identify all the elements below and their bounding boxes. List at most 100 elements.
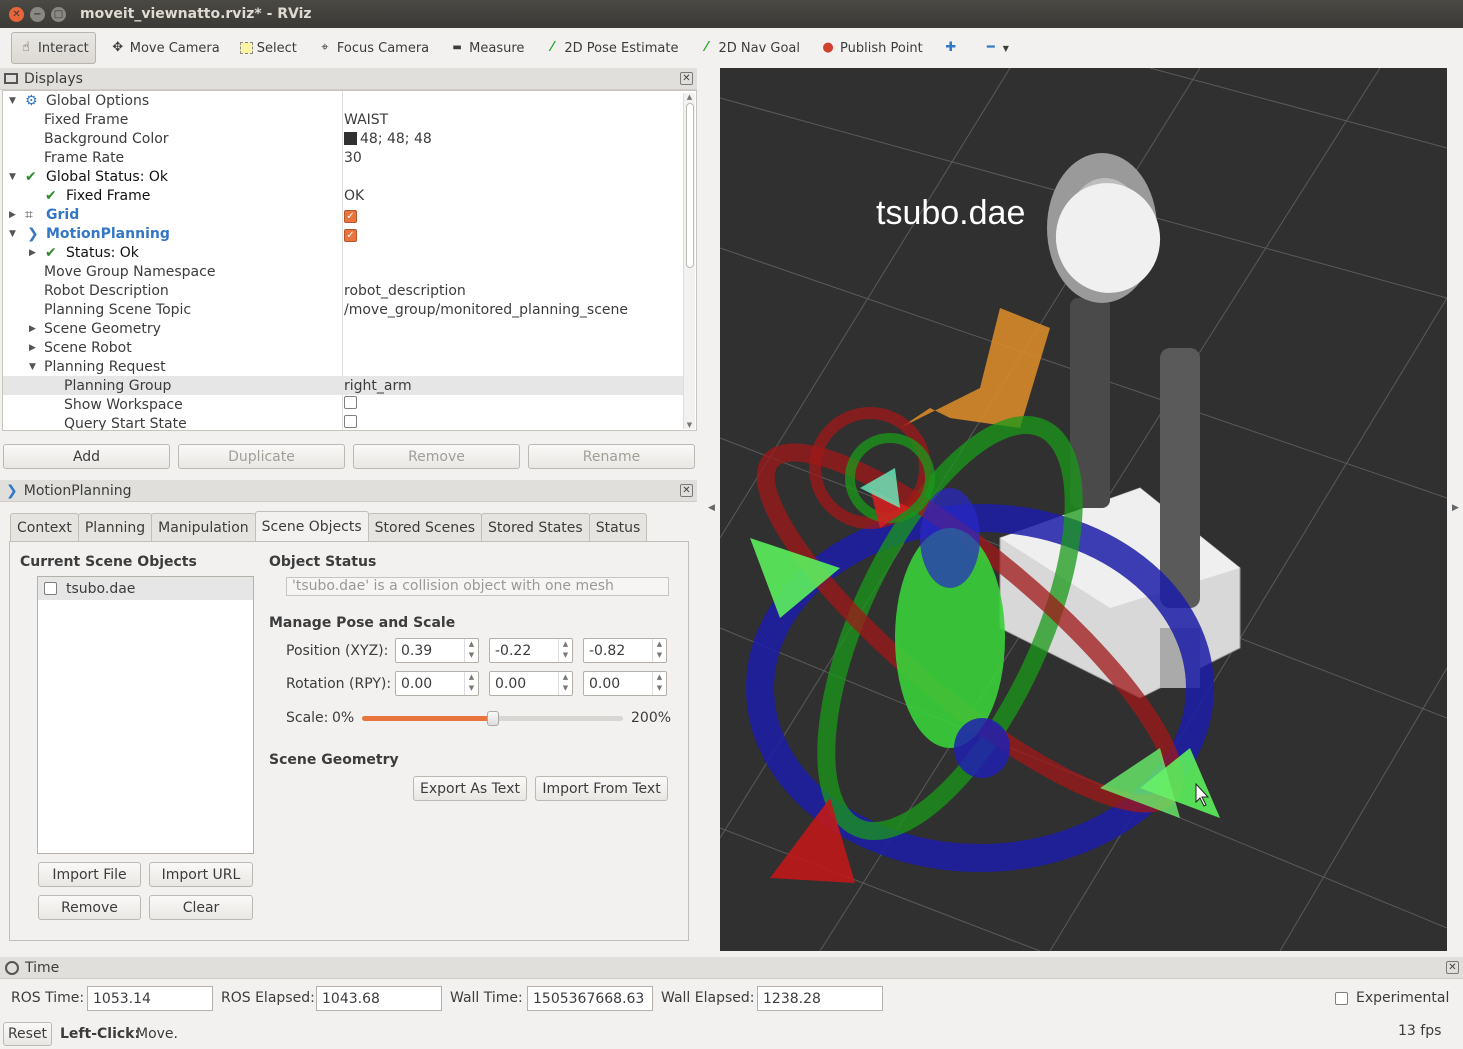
tree-row-grid[interactable]: ▶ ⌗ Grid ✓ bbox=[3, 205, 683, 224]
current-scene-objects-label: Current Scene Objects bbox=[20, 554, 197, 570]
color-swatch[interactable] bbox=[344, 131, 357, 145]
scene-objects-list[interactable]: tsubo.dae bbox=[37, 576, 254, 854]
spin-arrows-icon[interactable]: ▲ ▼ bbox=[464, 639, 478, 662]
position-z-spinbox[interactable]: -0.82 ▲ ▼ bbox=[583, 638, 667, 663]
position-y-spinbox[interactable]: -0.22 ▲ ▼ bbox=[489, 638, 573, 663]
collapse-arrow-icon[interactable]: ▶ bbox=[29, 324, 36, 334]
spin-arrows-icon[interactable]: ▲ ▼ bbox=[652, 672, 666, 695]
tree-row-fixed-frame-status[interactable]: ✔ Fixed Frame OK bbox=[3, 186, 683, 205]
tree-row-scene-geometry[interactable]: ▶ Scene Geometry bbox=[3, 319, 683, 338]
tree-row-planning-request[interactable]: ▼ Planning Request bbox=[3, 357, 683, 376]
tree-row-robot-description[interactable]: Robot Description robot_description bbox=[3, 281, 683, 300]
spin-arrows-icon[interactable]: ▲ ▼ bbox=[558, 639, 572, 662]
tab-scene-objects[interactable]: Scene Objects bbox=[254, 511, 369, 541]
tree-row-fixed-frame[interactable]: Fixed Frame WAIST bbox=[3, 110, 683, 129]
tree-row-planning-group[interactable]: Planning Group right_arm bbox=[3, 376, 683, 395]
tab-context[interactable]: Context bbox=[10, 513, 79, 541]
scale-min-label: 0% bbox=[332, 710, 355, 726]
focus-camera-tool[interactable]: ⌖ Focus Camera bbox=[311, 32, 435, 64]
rotation-y-spinbox[interactable]: 0.00 ▲ ▼ bbox=[583, 671, 667, 696]
ros-elapsed-field[interactable]: 1043.68 bbox=[316, 986, 442, 1011]
close-window-icon[interactable]: ✕ bbox=[9, 6, 24, 22]
expand-arrow-icon[interactable]: ▼ bbox=[9, 96, 16, 106]
add-tool-button[interactable]: ✚ bbox=[937, 32, 969, 64]
spin-arrows-icon[interactable]: ▲ ▼ bbox=[558, 672, 572, 695]
publish-point-tool[interactable]: ● Publish Point bbox=[814, 32, 929, 64]
2d-pose-estimate-tool[interactable]: ⁄ 2D Pose Estimate bbox=[538, 32, 684, 64]
rotation-p-spinbox[interactable]: 0.00 ▲ ▼ bbox=[489, 671, 573, 696]
remove-object-button[interactable]: Remove bbox=[38, 895, 141, 920]
import-url-button[interactable]: Import URL bbox=[149, 862, 253, 887]
right-splitter-arrow[interactable]: ▶ bbox=[1452, 503, 1459, 513]
tab-stored-scenes[interactable]: Stored Scenes bbox=[367, 513, 482, 541]
displays-scrollbar[interactable]: ▲ ▼ bbox=[683, 93, 695, 429]
tree-row-status[interactable]: ▶ ✔ Status: Ok bbox=[3, 243, 683, 262]
displays-tree[interactable]: ▼ ⚙ Global Options Fixed Frame WAIST Bac… bbox=[2, 90, 697, 431]
minimize-window-icon[interactable]: − bbox=[30, 6, 45, 22]
tree-row-frame-rate[interactable]: Frame Rate 30 bbox=[3, 148, 683, 167]
left-splitter-arrow[interactable]: ◀ bbox=[708, 503, 715, 513]
3d-viewport[interactable]: tsubo.dae bbox=[720, 68, 1447, 951]
tree-row-scene-robot[interactable]: ▶ Scene Robot bbox=[3, 338, 683, 357]
tab-status[interactable]: Status bbox=[588, 513, 648, 541]
collapse-arrow-icon[interactable]: ▶ bbox=[29, 248, 36, 258]
position-x-spinbox[interactable]: 0.39 ▲ ▼ bbox=[395, 638, 479, 663]
tab-manipulation[interactable]: Manipulation bbox=[151, 513, 256, 541]
tab-stored-states[interactable]: Stored States bbox=[481, 513, 590, 541]
interact-tool[interactable]: ☝ Interact bbox=[11, 32, 96, 64]
tree-row-show-workspace[interactable]: Show Workspace bbox=[3, 395, 683, 414]
scale-slider[interactable] bbox=[362, 711, 623, 726]
scale-label: Scale: bbox=[286, 710, 329, 726]
import-from-text-button[interactable]: Import From Text bbox=[535, 776, 668, 801]
measure-tool[interactable]: ▬ Measure bbox=[443, 32, 530, 64]
close-icon[interactable]: ✕ bbox=[680, 484, 693, 497]
select-tool[interactable]: Select bbox=[234, 32, 303, 64]
experimental-label: Experimental bbox=[1356, 990, 1450, 1006]
grid-enabled-checkbox[interactable]: ✓ bbox=[344, 209, 357, 223]
close-icon[interactable]: ✕ bbox=[1446, 961, 1459, 974]
expand-arrow-icon[interactable]: ▼ bbox=[9, 229, 16, 239]
experimental-checkbox[interactable] bbox=[1335, 992, 1348, 1005]
duplicate-display-button[interactable]: Duplicate bbox=[178, 444, 345, 469]
tree-row-query-start-state[interactable]: Query Start State bbox=[3, 414, 683, 430]
close-icon[interactable]: ✕ bbox=[680, 72, 693, 85]
scroll-down-icon[interactable]: ▼ bbox=[684, 421, 695, 429]
expand-arrow-icon[interactable]: ▼ bbox=[29, 362, 36, 372]
rotation-r-spinbox[interactable]: 0.00 ▲ ▼ bbox=[395, 671, 479, 696]
spin-arrows-icon[interactable]: ▲ ▼ bbox=[464, 672, 478, 695]
tree-row-background-color[interactable]: Background Color 48; 48; 48 bbox=[3, 129, 683, 148]
2d-nav-goal-tool[interactable]: ⁄ 2D Nav Goal bbox=[692, 32, 806, 64]
import-file-button[interactable]: Import File bbox=[38, 862, 141, 887]
maximize-window-icon[interactable]: □ bbox=[51, 6, 66, 22]
add-display-button[interactable]: Add bbox=[3, 444, 170, 469]
tree-row-global-options[interactable]: ▼ ⚙ Global Options bbox=[3, 91, 683, 110]
tree-row-planning-scene-topic[interactable]: Planning Scene Topic /move_group/monitor… bbox=[3, 300, 683, 319]
move-camera-tool[interactable]: ✥ Move Camera bbox=[104, 32, 226, 64]
remove-tool-button[interactable]: ━ ▼ bbox=[977, 32, 1015, 64]
spin-arrows-icon[interactable]: ▲ ▼ bbox=[652, 639, 666, 662]
wall-elapsed-field[interactable]: 1238.28 bbox=[757, 986, 883, 1011]
export-as-text-button[interactable]: Export As Text bbox=[413, 776, 527, 801]
clear-objects-button[interactable]: Clear bbox=[149, 895, 253, 920]
reset-button[interactable]: Reset bbox=[3, 1022, 52, 1046]
wall-time-field[interactable]: 1505367668.63 bbox=[527, 986, 653, 1011]
list-item[interactable]: tsubo.dae bbox=[38, 577, 253, 600]
window-title: moveit_viewnatto.rviz* - RViz bbox=[80, 6, 312, 22]
scroll-up-icon[interactable]: ▲ bbox=[684, 93, 695, 101]
tab-planning[interactable]: Planning bbox=[77, 513, 153, 541]
motion-planning-enabled-checkbox[interactable]: ✓ bbox=[344, 228, 357, 242]
rename-display-button[interactable]: Rename bbox=[528, 444, 695, 469]
collapse-arrow-icon[interactable]: ▶ bbox=[9, 210, 16, 220]
query-start-state-checkbox[interactable] bbox=[344, 415, 357, 428]
scrollbar-thumb[interactable] bbox=[686, 103, 694, 268]
scale-slider-handle[interactable] bbox=[486, 711, 499, 726]
tree-row-move-group-namespace[interactable]: Move Group Namespace bbox=[3, 262, 683, 281]
tree-row-global-status[interactable]: ▼ ✔ Global Status: Ok bbox=[3, 167, 683, 186]
ros-time-field[interactable]: 1053.14 bbox=[87, 986, 213, 1011]
expand-arrow-icon[interactable]: ▼ bbox=[9, 172, 16, 182]
collapse-arrow-icon[interactable]: ▶ bbox=[29, 343, 36, 353]
tree-row-motion-planning[interactable]: ▼ ❯ MotionPlanning ✓ bbox=[3, 224, 683, 243]
remove-display-button[interactable]: Remove bbox=[353, 444, 520, 469]
show-workspace-checkbox[interactable] bbox=[344, 396, 357, 409]
object-checkbox[interactable] bbox=[44, 582, 57, 595]
